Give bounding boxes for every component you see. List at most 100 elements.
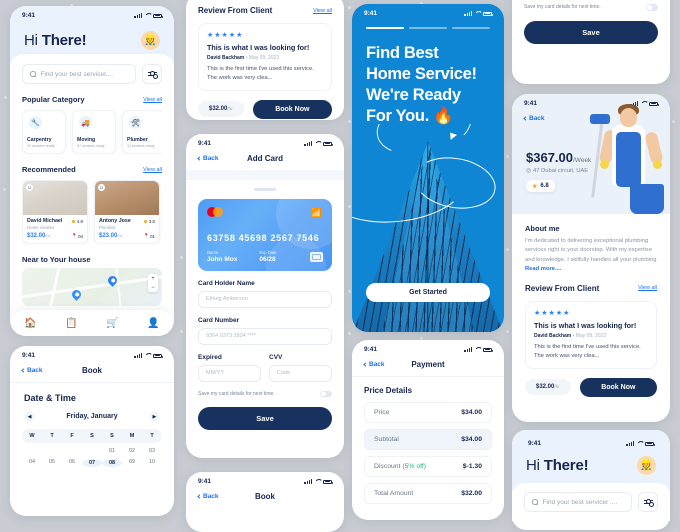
row-label: Total Amount [374,490,414,497]
home-body: Find your best servicer.... Popular Cate… [10,54,174,306]
calendar-day[interactable]: 02 [122,448,142,454]
review-date: May 09, 2023 [575,332,607,339]
search-input[interactable]: Find your best servicer .... [524,492,632,512]
review-body: This is the first time I've used this se… [207,66,314,81]
calendar-day-selected[interactable]: 08 [102,459,122,467]
card-number-input[interactable]: 9364 0373 3804 **** [198,327,332,345]
back-button[interactable]: Back [363,361,385,368]
status-icons [134,353,163,358]
review-header: Review From Client View all [198,6,332,15]
mockup-canvas: 9:41 Hi There! 👷 Find your best servicer… [0,0,680,532]
back-button[interactable]: Back [197,155,219,162]
zoom-in-button[interactable]: + [151,276,155,282]
map-zoom-controls[interactable]: + − [148,274,158,292]
progress-step-1[interactable] [366,27,404,29]
calendar-week-1: 01 02 03 [22,448,162,454]
location-pin-icon: 📍 [143,233,150,238]
category-item[interactable]: 🛠 Plumber 13 workers ready [122,110,162,154]
list-item[interactable]: ☐ David Michael 4.8 Home cleaner $32.00/… [22,180,88,244]
greeting-light: Hi [526,457,544,474]
row-value: $-1.30 [462,463,482,470]
calendar-day[interactable] [62,448,82,454]
category-item[interactable]: 🚚 Moving 67 workers ready [72,110,116,154]
calendar-day[interactable] [82,448,102,454]
star-icon: ★ [532,183,538,190]
save-button[interactable]: Save [198,407,332,430]
tab-home-icon[interactable]: 🏠 [24,318,36,329]
expired-input[interactable]: MM/YY [198,364,261,382]
filter-button[interactable] [638,492,658,512]
chevron-left-icon[interactable]: ◀ [24,411,35,422]
drag-handle[interactable] [254,188,276,191]
save-button[interactable]: Save [524,20,658,44]
decor-dot [348,332,351,335]
back-button[interactable]: Back [21,367,43,374]
category-item[interactable]: 🔧 Carpentry 20 workers ready [22,110,66,154]
calendar-day[interactable]: 04 [22,459,42,467]
book-now-button[interactable]: Book Now [252,99,332,119]
bookmark-icon[interactable]: ☐ [26,184,33,191]
review-body: This is the first time I've used this se… [534,343,641,359]
save-card-toggle[interactable] [646,4,658,11]
row-label: Subtotal [374,436,399,443]
recommended-header: Recommended View all [22,165,162,174]
calendar-day[interactable]: 01 [102,448,122,454]
recommended-view-all[interactable]: View all [143,167,162,173]
avatar[interactable]: 👷 [141,31,160,50]
save-card-note: Save my card details for next time. [524,4,601,11]
worker-rating: 4.8 [72,219,83,224]
calendar-day[interactable]: 09 [122,459,142,467]
worker-profile-screen: 9:41 Back $367.00/Week ◎ 47 Dubai circuit… [512,94,670,422]
cvv-input[interactable]: Code [269,364,332,382]
get-started-button[interactable]: Get Started [366,283,490,302]
save-card-toggle[interactable] [320,390,332,397]
tab-cart-icon[interactable]: 🛒 [106,318,118,329]
review-view-all[interactable]: View all [638,285,657,291]
search-input[interactable]: Find your best servicer.... [22,64,136,84]
list-item[interactable]: ☐ Antony Jose 3.6 Plumber $23.00/hr 📍 01 [94,180,160,244]
progress-step-2[interactable] [409,27,447,29]
map-view[interactable]: + − [22,268,162,306]
wifi-icon [145,353,151,358]
holder-name-placeholder: Ething Amberson [206,296,248,302]
calendar-day[interactable]: 10 [142,459,162,467]
avatar[interactable]: 👷 [637,456,656,475]
chevron-left-icon [197,156,202,161]
tab-orders-icon[interactable]: 📋 [65,318,77,329]
zoom-out-button[interactable]: − [151,285,155,291]
table-row: Total Amount $32.00 [364,483,492,504]
status-time: 9:41 [364,10,378,17]
hero-title: Find Best Home Service! We're Ready For … [352,29,504,127]
popular-view-all[interactable]: View all [143,97,162,103]
calendar-day[interactable] [42,448,62,454]
status-icons [464,347,493,352]
read-more-link[interactable]: Read more.... [525,266,561,272]
wifi-icon [315,141,321,146]
chevron-left-icon [197,494,202,499]
review-view-all[interactable]: View all [313,8,332,14]
pipe-icon: 🛠 [129,116,142,129]
calendar-day-selected[interactable]: 07 [82,459,102,467]
worker-rating: 3.6 [144,219,155,224]
progress-step-3[interactable] [452,27,490,29]
discount-label: Discount [374,463,401,470]
calendar-day[interactable]: 06 [62,459,82,467]
signal-icon [626,441,634,446]
calendar-day[interactable] [22,448,42,454]
card-meta: Name John Mox Exp Date 06/28 [207,250,323,263]
calendar-day[interactable]: 05 [42,459,62,467]
calendar-day[interactable]: 03 [142,448,162,454]
row-label: Discount (5% off) [374,463,426,470]
tab-profile-icon[interactable]: 👤 [147,318,159,329]
chevron-right-icon[interactable]: ▶ [148,411,160,422]
book-now-button[interactable]: Book Now [579,377,657,397]
back-button[interactable]: Back [523,115,545,122]
nav-bar: Back Add Card [186,149,344,170]
bookmark-icon[interactable]: ☐ [98,184,105,191]
back-button[interactable]: Back [197,493,219,500]
distance-value: 01 [150,233,155,239]
holder-name-input[interactable]: Ething Amberson [198,290,332,308]
filter-button[interactable] [142,64,162,84]
near-title: Near to Your house [22,255,91,264]
mop-head [590,114,610,124]
